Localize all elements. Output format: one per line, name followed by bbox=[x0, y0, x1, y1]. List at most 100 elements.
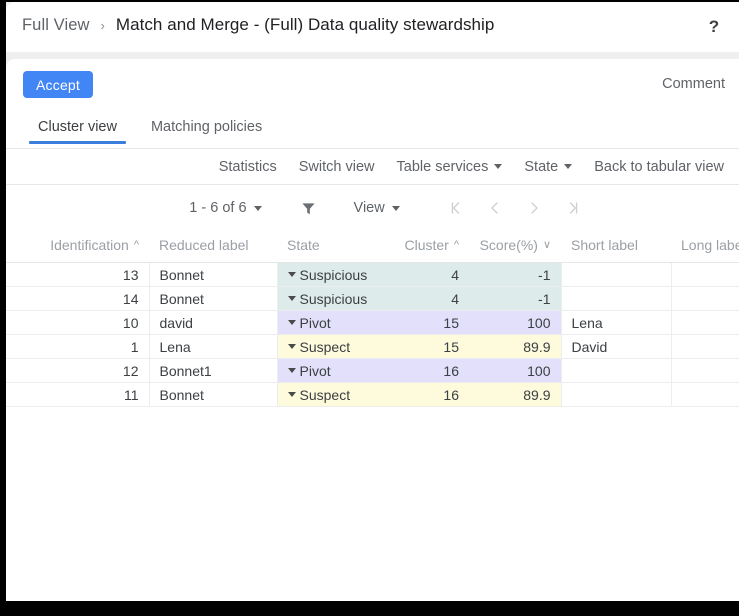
column-header-reduced-label-label: Reduced label bbox=[159, 237, 249, 253]
table-row[interactable]: 12 Bonnet1 Pivot 16 100 bbox=[6, 358, 739, 383]
table-body: 13 Bonnet Suspicious 4 -1 14 Bonnet Suspicious 4… bbox=[6, 262, 739, 407]
chevron-down-icon bbox=[494, 164, 503, 169]
cell-long_label bbox=[670, 310, 739, 335]
cell-short_label: David bbox=[560, 334, 671, 359]
cell-long_label bbox=[670, 334, 739, 359]
toolbar-table-services[interactable]: Table services bbox=[397, 159, 503, 175]
state-label: Suspect bbox=[299, 386, 351, 403]
breadcrumb-root-link[interactable]: Full View bbox=[22, 16, 90, 35]
first-page-icon[interactable] bbox=[444, 196, 469, 221]
window-frame: Full View › Match and Merge - (Full) Dat… bbox=[0, 0, 739, 616]
cell-score: 100 bbox=[469, 310, 561, 335]
cell-short_label bbox=[560, 382, 671, 407]
services-toolbar: Statistics Switch view Table services St… bbox=[6, 149, 739, 185]
help-icon[interactable]: ? bbox=[703, 16, 725, 38]
data-grid: Identification ^ Reduced label State Clu… bbox=[6, 231, 739, 407]
table-row[interactable]: 1 Lena Suspect 15 89.9 David bbox=[6, 334, 739, 359]
cell-cluster: 4 bbox=[378, 262, 469, 287]
table-row[interactable]: 14 Bonnet Suspicious 4 -1 bbox=[6, 286, 739, 311]
table-row[interactable]: 11 Bonnet Suspect 16 89.9 bbox=[6, 382, 739, 407]
column-header-score[interactable]: Score(%) ∨ bbox=[469, 231, 561, 263]
view-menu-button[interactable]: View bbox=[354, 200, 400, 216]
toolbar-state-label: State bbox=[524, 158, 559, 175]
chevron-down-icon bbox=[564, 164, 573, 169]
accept-button[interactable]: Accept bbox=[23, 71, 93, 98]
column-header-short-label[interactable]: Short label bbox=[561, 231, 671, 263]
cell-short_label bbox=[560, 262, 671, 287]
state-dropdown-caret-icon[interactable] bbox=[287, 368, 296, 373]
column-header-reduced-label[interactable]: Reduced label bbox=[149, 231, 277, 263]
column-header-score-label: Score(%) bbox=[479, 237, 538, 253]
column-header-identification[interactable]: Identification ^ bbox=[6, 231, 149, 263]
sort-descending-icon: ∨ bbox=[542, 238, 551, 251]
cell-state[interactable]: Pivot bbox=[276, 358, 378, 383]
cell-state[interactable]: Suspect bbox=[276, 382, 378, 407]
cell-state[interactable]: Pivot bbox=[276, 310, 378, 335]
toolbar-back-to-tabular-view[interactable]: Back to tabular view bbox=[594, 159, 724, 175]
cell-identification: 10 bbox=[6, 310, 149, 335]
toolbar-switch-view[interactable]: Switch view bbox=[299, 159, 375, 175]
cell-score: 100 bbox=[469, 358, 561, 383]
state-label: Suspicious bbox=[299, 266, 368, 283]
table-row[interactable]: 10 david Pivot 15 100 Lena bbox=[6, 310, 739, 335]
page-title: Match and Merge - (Full) Data quality st… bbox=[115, 15, 495, 34]
toolbar-state[interactable]: State bbox=[524, 158, 573, 175]
column-header-identification-label: Identification bbox=[50, 237, 129, 253]
state-dropdown-caret-icon[interactable] bbox=[287, 344, 296, 349]
application-window: Full View › Match and Merge - (Full) Dat… bbox=[6, 2, 739, 601]
cell-reduced_label: Bonnet1 bbox=[148, 358, 277, 383]
breadcrumb-separator-icon: › bbox=[100, 17, 105, 33]
sort-ascending-icon: ^ bbox=[133, 238, 139, 251]
funnel-icon[interactable] bbox=[300, 199, 318, 217]
previous-page-icon[interactable] bbox=[483, 196, 508, 221]
cell-state[interactable]: Suspect bbox=[276, 334, 378, 359]
chevron-down-icon bbox=[253, 205, 262, 211]
cell-state[interactable]: Suspicious bbox=[276, 286, 378, 311]
cell-identification: 14 bbox=[6, 286, 149, 311]
column-header-state[interactable]: State bbox=[277, 231, 378, 263]
cell-cluster: 15 bbox=[378, 310, 469, 335]
last-page-icon[interactable] bbox=[561, 196, 586, 221]
column-header-cluster-label: Cluster bbox=[404, 237, 449, 253]
toolbar-statistics[interactable]: Statistics bbox=[219, 159, 277, 175]
column-header-short-label-label: Short label bbox=[571, 237, 638, 253]
cell-reduced_label: Bonnet bbox=[148, 382, 277, 407]
state-label: Pivot bbox=[299, 362, 331, 379]
cell-score: 89.9 bbox=[469, 382, 561, 407]
state-dropdown-caret-icon[interactable] bbox=[287, 320, 296, 325]
cell-reduced_label: david bbox=[148, 310, 277, 335]
chevron-down-icon bbox=[391, 205, 400, 211]
toolbar-switch-view-label: Switch view bbox=[298, 158, 375, 175]
toolbar-statistics-label: Statistics bbox=[218, 158, 277, 175]
column-header-long-label[interactable]: Long label bbox=[671, 231, 739, 263]
column-header-long-label-label: Long label bbox=[681, 237, 739, 253]
cell-short_label: Lena bbox=[560, 310, 671, 335]
state-label: Pivot bbox=[299, 314, 331, 331]
empty-grid-area bbox=[6, 407, 739, 567]
cell-identification: 1 bbox=[6, 334, 149, 359]
state-dropdown-caret-icon[interactable] bbox=[287, 272, 296, 277]
page-range-selector[interactable]: 1 - 6 of 6 bbox=[189, 200, 262, 216]
next-page-icon[interactable] bbox=[522, 196, 547, 221]
cell-long_label bbox=[670, 262, 739, 287]
cell-cluster: 15 bbox=[378, 334, 469, 359]
toolbar-table-services-label: Table services bbox=[396, 158, 489, 175]
state-label: Suspect bbox=[299, 338, 351, 355]
cell-score: -1 bbox=[469, 262, 561, 287]
comment-button[interactable]: Comment bbox=[662, 76, 725, 92]
cell-cluster: 16 bbox=[378, 382, 469, 407]
cell-score: 89.9 bbox=[469, 334, 561, 359]
state-dropdown-caret-icon[interactable] bbox=[287, 296, 296, 301]
cell-identification: 12 bbox=[6, 358, 149, 383]
pagination-bar: 1 - 6 of 6 View bbox=[6, 185, 739, 231]
tab-cluster-view[interactable]: Cluster view bbox=[29, 110, 126, 144]
cell-state[interactable]: Suspicious bbox=[276, 262, 378, 287]
column-header-cluster[interactable]: Cluster ^ bbox=[378, 231, 469, 263]
state-dropdown-caret-icon[interactable] bbox=[287, 392, 296, 397]
table-row[interactable]: 13 Bonnet Suspicious 4 -1 bbox=[6, 262, 739, 287]
content-card: Accept Comment Cluster view Matching pol… bbox=[6, 59, 739, 601]
cell-short_label bbox=[560, 286, 671, 311]
cell-score: -1 bbox=[469, 286, 561, 311]
table-header-row: Identification ^ Reduced label State Clu… bbox=[6, 231, 739, 263]
tab-matching-policies[interactable]: Matching policies bbox=[147, 110, 266, 135]
